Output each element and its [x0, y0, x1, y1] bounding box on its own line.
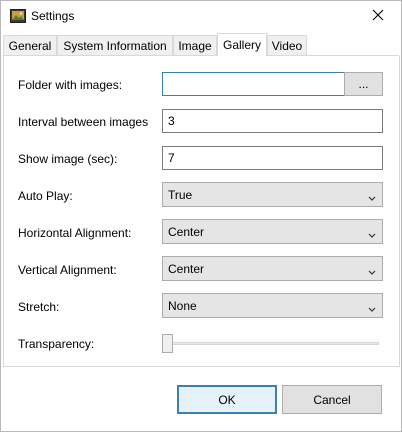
browse-label: ... — [358, 77, 369, 91]
interval-label: Interval between images — [18, 115, 149, 129]
stretch-select[interactable]: None — [162, 293, 383, 318]
settings-window: Settings General System Information Imag… — [0, 0, 402, 432]
window-title: Settings — [31, 9, 75, 23]
transparency-label: Transparency: — [18, 337, 95, 351]
vertical-alignment-value: Center — [168, 261, 205, 276]
tab-label: Video — [271, 38, 303, 53]
chevron-down-icon — [368, 265, 376, 279]
chevron-down-icon — [368, 191, 376, 205]
settings-app-icon — [10, 9, 26, 23]
vertical-alignment-select[interactable]: Center — [162, 256, 383, 281]
show-time-value: 7 — [168, 151, 175, 165]
tab-label: System Information — [63, 38, 167, 53]
cancel-label: Cancel — [313, 392, 351, 407]
tab-label: General — [8, 38, 52, 53]
gallery-panel — [3, 56, 400, 367]
tab-label: Image — [178, 38, 212, 53]
interval-value: 3 — [168, 114, 175, 128]
tab-system-information[interactable]: System Information — [57, 35, 173, 55]
folder-label: Folder with images: — [18, 78, 123, 92]
vertical-alignment-label: Vertical Alignment: — [18, 263, 117, 277]
interval-input[interactable]: 3 — [162, 109, 383, 133]
close-icon — [372, 9, 384, 24]
tab-label: Gallery — [222, 38, 261, 52]
ok-button[interactable]: OK — [177, 385, 277, 414]
stretch-value: None — [168, 298, 197, 313]
tab-video[interactable]: Video — [267, 35, 307, 55]
horizontal-alignment-value: Center — [168, 224, 205, 239]
transparency-slider-thumb[interactable] — [162, 334, 173, 353]
cancel-button[interactable]: Cancel — [282, 385, 382, 414]
tab-gallery[interactable]: Gallery — [217, 33, 267, 56]
horizontal-alignment-select[interactable]: Center — [162, 219, 383, 244]
auto-play-select[interactable]: True — [162, 182, 383, 207]
tab-image[interactable]: Image — [173, 35, 217, 55]
auto-play-value: True — [168, 187, 193, 202]
horizontal-alignment-label: Horizontal Alignment: — [18, 226, 132, 240]
tab-strip: General System Information Image Gallery… — [3, 33, 399, 56]
browse-folder-button[interactable]: ... — [344, 72, 383, 96]
chevron-down-icon — [368, 228, 376, 242]
stretch-label: Stretch: — [18, 300, 60, 314]
show-time-label: Show image (sec): — [18, 152, 118, 166]
close-button[interactable] — [355, 1, 401, 32]
show-time-input[interactable]: 7 — [162, 146, 383, 170]
title-bar: Settings — [1, 1, 401, 32]
transparency-slider-track[interactable] — [162, 342, 379, 345]
folder-input[interactable] — [162, 72, 345, 96]
chevron-down-icon — [368, 302, 376, 316]
ok-label: OK — [218, 392, 236, 407]
tab-general[interactable]: General — [3, 35, 57, 55]
auto-play-label: Auto Play: — [18, 189, 73, 203]
